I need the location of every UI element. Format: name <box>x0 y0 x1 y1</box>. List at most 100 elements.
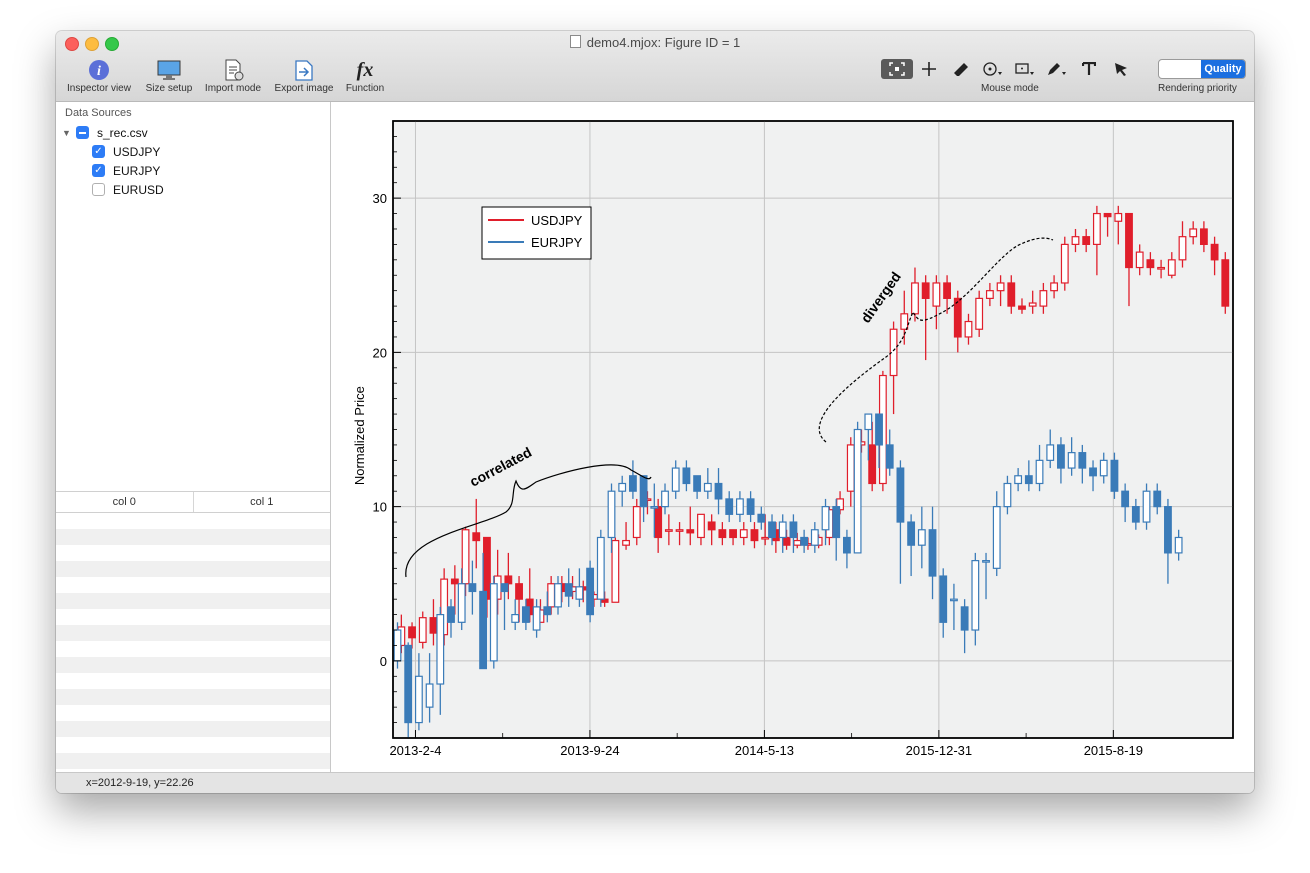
column-header-0[interactable]: col 0 <box>56 492 193 512</box>
eurjpy-checkbox[interactable]: ✓ <box>92 164 105 177</box>
candle-body <box>1210 243 1219 261</box>
candle-body <box>718 529 727 539</box>
candle-body <box>575 586 584 600</box>
inspector-view-label: Inspector view <box>67 83 131 94</box>
data-sources-title: Data Sources <box>65 107 132 119</box>
candle-body <box>1121 490 1130 508</box>
series-row-eurjpy[interactable]: ✓ EURJPY <box>62 161 164 180</box>
candle-body <box>664 529 673 532</box>
candle-body <box>921 282 930 299</box>
function-button[interactable]: fx Function <box>342 57 388 95</box>
candle-body <box>761 536 770 540</box>
candle-body <box>521 606 530 623</box>
y-axis-label: Normalized Price <box>352 386 367 485</box>
plot-area[interactable]: 0 10 20 30 2013-2-4 2013-9-24 2014-5-13 2015-12… <box>331 102 1254 772</box>
candle-body <box>1003 482 1012 508</box>
candle-body <box>1167 259 1176 276</box>
pen-icon <box>1048 63 1066 75</box>
candle-body <box>746 498 755 515</box>
candle-body <box>1153 490 1162 508</box>
rendering-priority-toggle[interactable]: Quality <box>1158 59 1246 79</box>
candle-body <box>1178 236 1187 261</box>
candlestick-chart[interactable]: 0 10 20 30 2013-2-4 2013-9-24 2014-5-13 2015-12… <box>331 102 1254 772</box>
series-row-usdjpy[interactable]: ✓ USDJPY <box>62 142 164 161</box>
ruler-tool[interactable] <box>945 59 977 79</box>
candle-body <box>1050 282 1059 292</box>
candle-body <box>707 521 716 531</box>
candle-body <box>1131 506 1140 523</box>
series-row-eurusd[interactable]: EURUSD <box>62 180 164 199</box>
candle-body <box>975 297 984 330</box>
legend[interactable]: USDJPY EURJPY <box>481 206 592 260</box>
candle-body <box>714 482 723 500</box>
y-tick-label: 10 <box>373 500 387 515</box>
point-select-tool[interactable] <box>977 59 1009 79</box>
candle-body <box>457 583 466 623</box>
data-source-tree: ▼ s_rec.csv ✓ USDJPY ✓ EURJPY EURUSD <box>62 123 164 199</box>
candle-body <box>429 617 438 634</box>
candle-body <box>729 529 737 539</box>
candle-body <box>414 675 423 724</box>
candle-body <box>1024 475 1033 485</box>
candle-body <box>821 506 830 531</box>
export-icon <box>295 60 313 81</box>
candle-body <box>843 536 851 554</box>
candle-body <box>1018 305 1026 310</box>
candle-body <box>408 626 416 639</box>
candle-body <box>697 513 705 539</box>
candle-body <box>693 475 702 492</box>
candle-body <box>1014 475 1023 485</box>
series-label: EURJPY <box>113 163 161 178</box>
svg-text:i: i <box>97 64 101 79</box>
text-icon <box>1082 62 1096 75</box>
candle-body <box>832 506 841 539</box>
function-label: Function <box>345 83 385 94</box>
import-mode-button[interactable]: Import mode <box>200 57 266 94</box>
x-tick-label: 2015-8-19 <box>1084 743 1143 758</box>
candle-body <box>868 444 877 485</box>
rendering-priority-label: Rendering priority <box>1158 83 1237 94</box>
quality-option[interactable]: Quality <box>1201 60 1245 78</box>
pen-tool[interactable] <box>1041 59 1073 79</box>
candle-body <box>1110 459 1119 492</box>
candle-body <box>671 467 680 492</box>
size-setup-button[interactable]: Size setup <box>140 57 198 94</box>
rect-select-tool[interactable] <box>1009 59 1041 79</box>
candle-body <box>639 475 648 508</box>
disclosure-triangle-icon[interactable]: ▼ <box>62 128 76 138</box>
candle-body <box>810 529 819 546</box>
file-row[interactable]: ▼ s_rec.csv <box>62 123 164 142</box>
candle-body <box>971 560 980 631</box>
candle-body <box>650 506 659 509</box>
zoom-fit-tool[interactable] <box>881 59 913 79</box>
pointer-tool[interactable] <box>1105 59 1137 79</box>
candle-body <box>450 578 459 585</box>
import-mode-label: Import mode <box>204 83 262 94</box>
column-header-1[interactable]: col 1 <box>192 492 331 512</box>
status-bar: x=2012-9-19, y=22.26 <box>56 772 1254 793</box>
candle-body <box>404 644 413 724</box>
info-icon: i <box>89 60 109 80</box>
crosshair-tool[interactable] <box>913 59 945 79</box>
candle-body <box>1221 259 1230 307</box>
inspector-view-button[interactable]: i Inspector view <box>62 57 136 94</box>
candle-body <box>885 444 894 469</box>
candle-body <box>1092 212 1101 246</box>
arrow-pointer-icon <box>1115 63 1127 76</box>
series-label: EURUSD <box>113 182 164 197</box>
mouse-mode-group <box>881 59 1137 79</box>
text-tool[interactable] <box>1073 59 1105 79</box>
data-table-body[interactable] <box>56 513 330 772</box>
candle-body <box>1078 452 1087 469</box>
candle-body <box>425 683 434 708</box>
eurusd-checkbox[interactable] <box>92 183 105 196</box>
candle-body <box>682 467 691 485</box>
candle-body <box>932 282 941 307</box>
file-mixed-checkbox[interactable] <box>76 126 89 139</box>
legend-eurjpy-label: EURJPY <box>531 235 583 250</box>
candle-body <box>564 583 573 597</box>
series-label: USDJPY <box>113 144 161 159</box>
usdjpy-checkbox[interactable]: ✓ <box>92 145 105 158</box>
export-image-button[interactable]: Export image <box>270 57 338 94</box>
candle-body <box>515 583 523 600</box>
